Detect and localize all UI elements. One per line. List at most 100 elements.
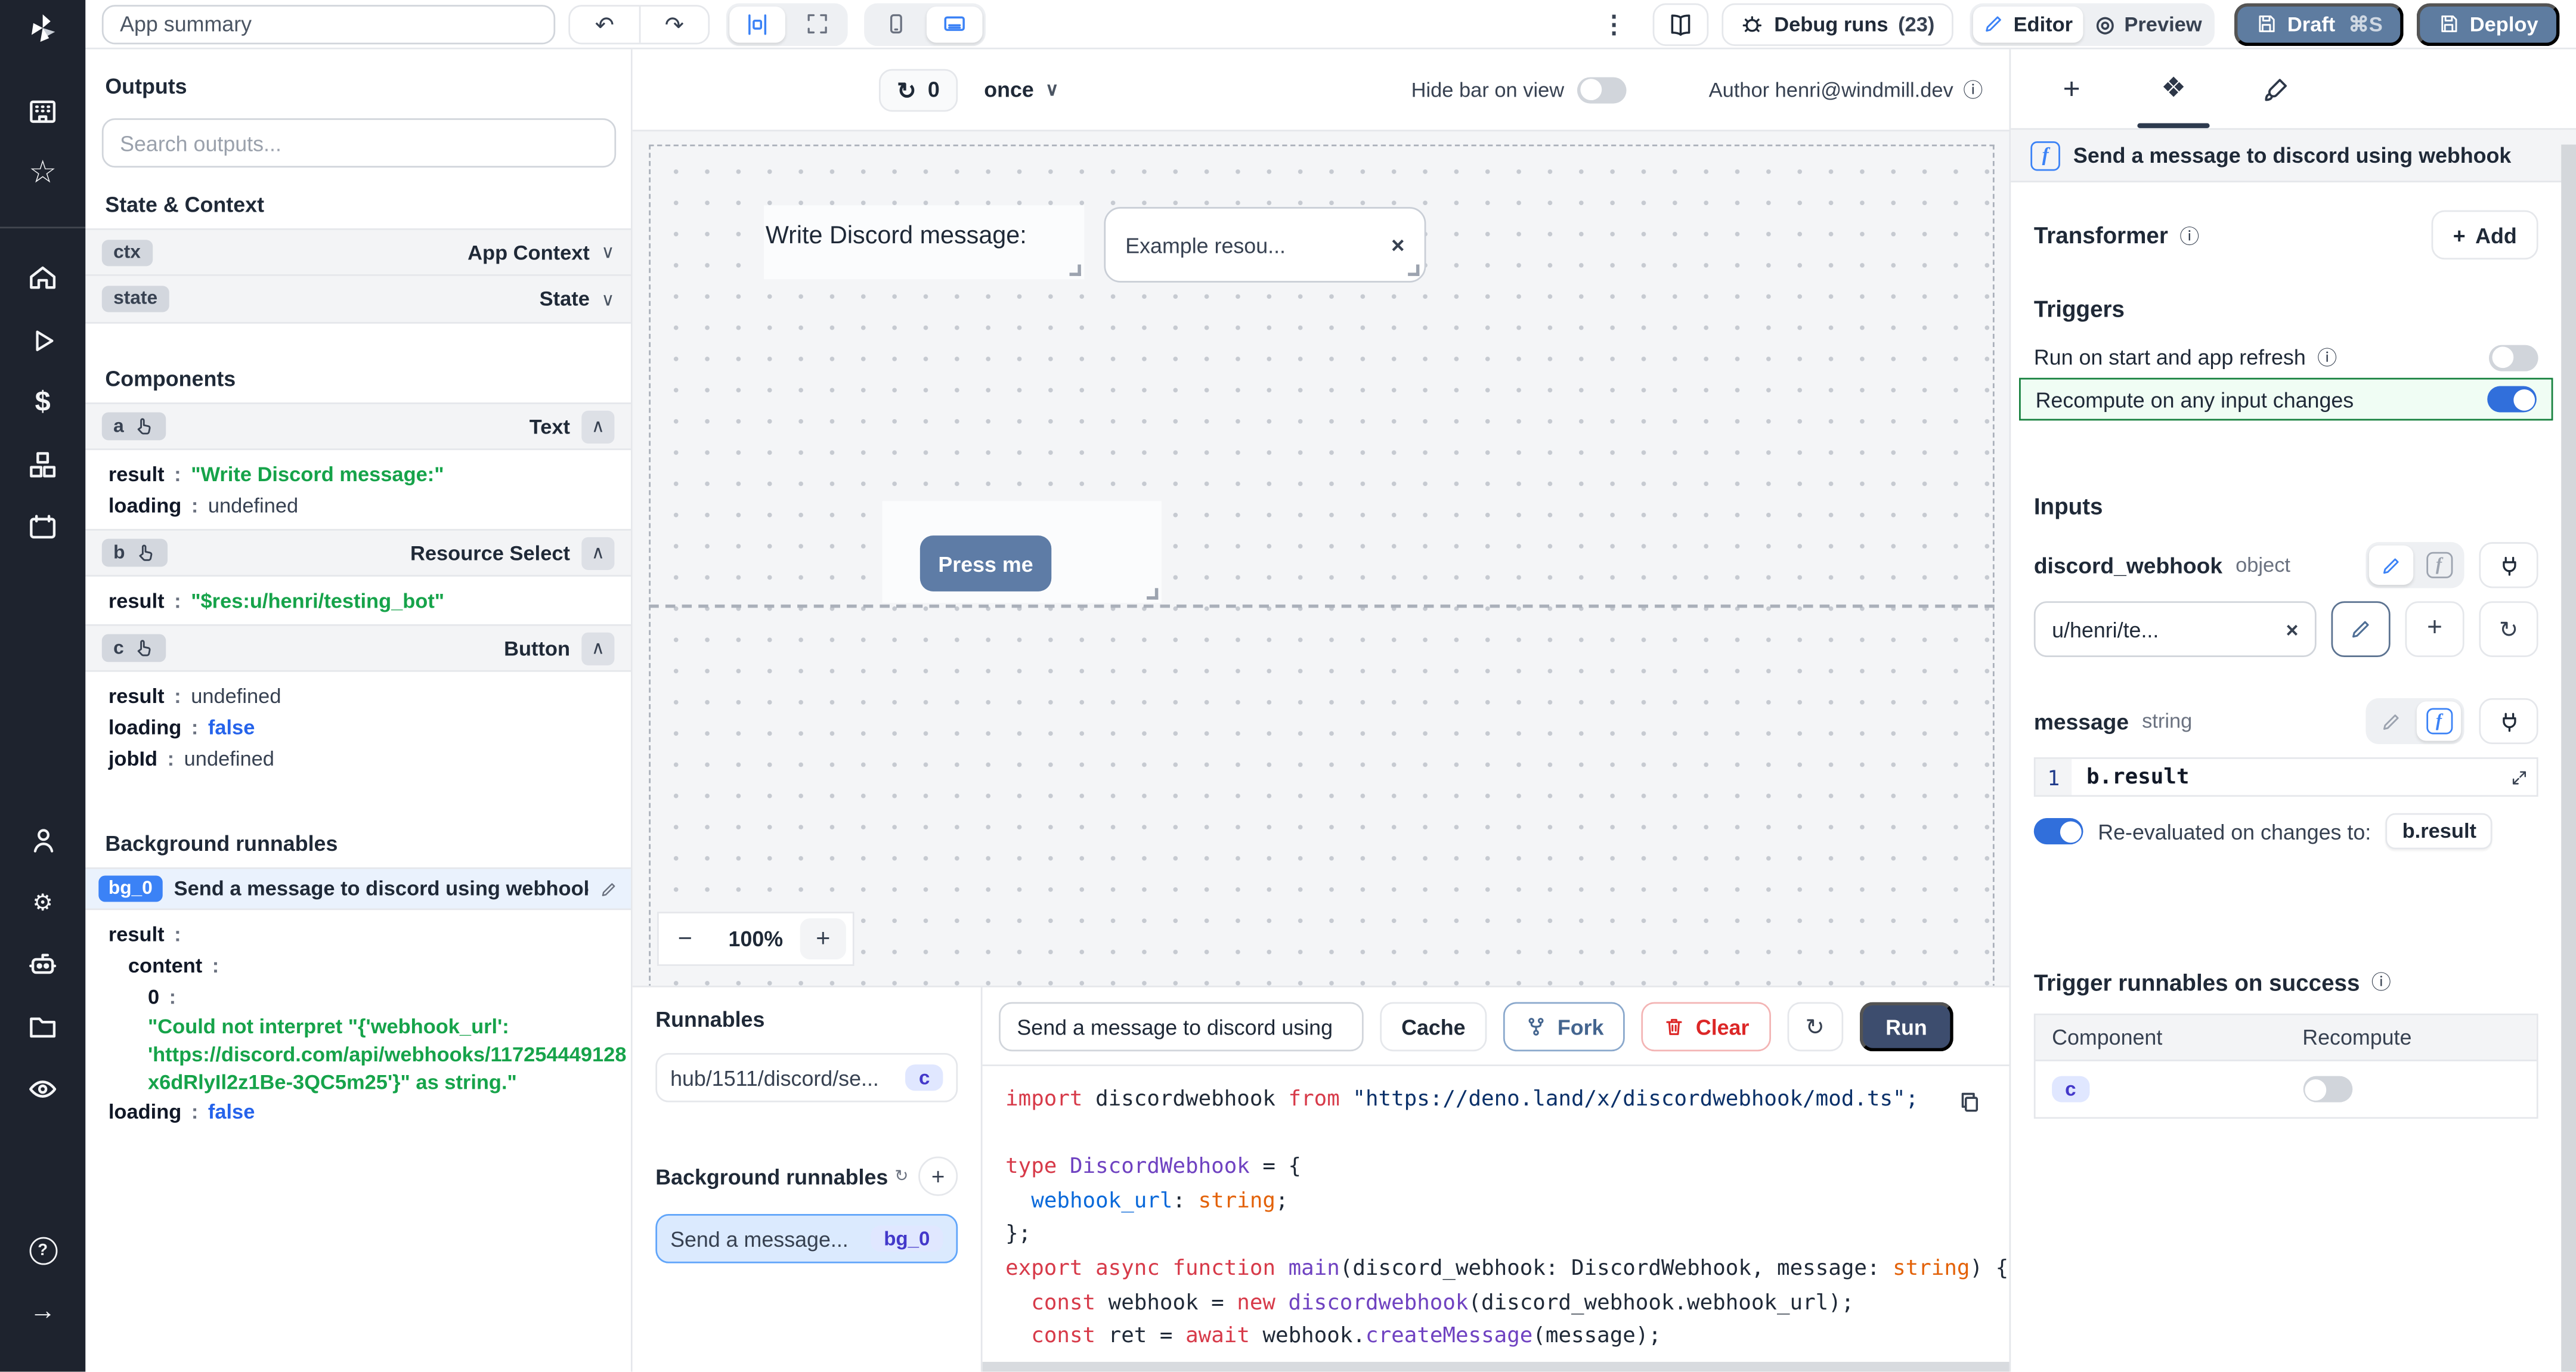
eval-fn-mode[interactable]: f	[2417, 701, 2461, 741]
tab-styling[interactable]	[2224, 49, 2326, 128]
add-background-runnable-button[interactable]: +	[918, 1157, 958, 1196]
recompute-c-toggle[interactable]	[2302, 1076, 2352, 1102]
center-align-button[interactable]	[729, 6, 785, 42]
search-outputs-input[interactable]	[102, 118, 616, 168]
resize-handle[interactable]	[1147, 588, 1158, 599]
add-transformer-button[interactable]: +Add	[2432, 210, 2538, 260]
tab-editor[interactable]: Editor	[1973, 6, 2083, 42]
chevron-up-icon[interactable]: ∧	[581, 631, 614, 664]
resource-picker[interactable]: u/henri/te... ×	[2034, 601, 2317, 657]
eval-fn-mode[interactable]: f	[2417, 546, 2461, 585]
vertical-scrollbar[interactable]	[2561, 144, 2576, 1371]
resource-select-component-b[interactable]: Example resou... ×	[1104, 207, 1426, 283]
fork-button[interactable]: Fork	[1503, 1002, 1625, 1052]
edit-pencil-icon[interactable]	[600, 879, 618, 897]
resource-select-box[interactable]: Example resou... ×	[1104, 207, 1426, 283]
users-person-icon[interactable]	[27, 823, 58, 856]
runnable-item-c[interactable]: hub/1511/discord/se... c	[655, 1053, 958, 1102]
mobile-view-button[interactable]	[868, 6, 924, 42]
clear-button[interactable]: Clear	[1642, 1002, 1770, 1052]
run-button[interactable]: Run	[1859, 1002, 1953, 1052]
text-component-a[interactable]: Write Discord message:	[764, 205, 1084, 279]
runnable-item-bg0-selected[interactable]: Send a message... bg_0	[655, 1214, 958, 1263]
audit-eye-icon[interactable]	[26, 1073, 59, 1105]
chevron-up-icon[interactable]: ∧	[581, 537, 614, 569]
schedules-calendar-icon[interactable]	[26, 511, 59, 544]
info-icon[interactable]: ⓘ	[2317, 343, 2337, 371]
workspace-icon[interactable]	[26, 95, 59, 128]
cache-button[interactable]: Cache	[1380, 1002, 1487, 1052]
tab-insert-component[interactable]: +	[2021, 49, 2123, 128]
folders-icon[interactable]	[26, 1010, 59, 1043]
component-row-b[interactable]: b Resource Select ∧	[85, 529, 631, 577]
schedule-dropdown[interactable]: once ∨	[984, 77, 1058, 101]
run-on-start-toggle[interactable]	[2489, 344, 2538, 370]
col-recompute: Recompute	[2286, 1025, 2537, 1049]
hide-bar-toggle[interactable]	[1577, 76, 1627, 103]
add-resource-button[interactable]: +	[2405, 601, 2464, 657]
chevron-up-icon[interactable]: ∧	[581, 410, 614, 442]
help-icon[interactable]: ?	[29, 1234, 57, 1266]
reevaluate-toggle[interactable]	[2034, 818, 2083, 844]
info-icon[interactable]: ⓘ	[1963, 76, 1983, 104]
variables-dollar-icon[interactable]: $	[35, 386, 51, 419]
collapse-arrow-icon[interactable]: →	[30, 1296, 56, 1329]
code-editor[interactable]: import discordwebhook from "https://deno…	[983, 1064, 2010, 1371]
button-component-c[interactable]: Press me	[882, 501, 1161, 603]
settings-gear-icon[interactable]: ⚙	[32, 885, 53, 918]
expand-editor-icon[interactable]	[2502, 761, 2535, 794]
undo-button[interactable]: ↶	[570, 6, 639, 42]
draft-button[interactable]: Draft ⌘S	[2235, 2, 2404, 45]
redo-button[interactable]: ↷	[639, 6, 708, 42]
refresh-resource-button[interactable]: ↻	[2479, 601, 2538, 657]
static-pencil-mode[interactable]	[2369, 546, 2413, 585]
zoom-in-button[interactable]: +	[800, 918, 846, 959]
resources-cubes-icon[interactable]	[26, 448, 59, 481]
home-icon[interactable]	[26, 261, 59, 294]
deploy-button[interactable]: Deploy	[2417, 2, 2560, 45]
settings-tabs: + ❖	[2011, 49, 2576, 128]
edit-resource-button[interactable]	[2331, 601, 2390, 657]
connect-plug-button[interactable]	[2479, 542, 2538, 588]
clear-selection-icon[interactable]: ×	[1391, 231, 1405, 258]
fullscreen-button[interactable]	[788, 6, 844, 42]
background-runnable-row[interactable]: bg_0 Send a message to discord using web…	[85, 868, 631, 910]
chevron-down-icon[interactable]: ∨	[601, 241, 614, 263]
zoom-out-button[interactable]: −	[659, 913, 711, 964]
debug-runs-button[interactable]: Debug runs (23)	[1722, 2, 1953, 45]
recompute-toggle[interactable]	[2487, 386, 2537, 412]
desktop-view-button[interactable]	[927, 6, 983, 42]
component-row-c[interactable]: c Button ∧	[85, 624, 631, 672]
output-row-state[interactable]: state State ∨	[85, 276, 631, 324]
app-canvas[interactable]: Write Discord message: Example resou... …	[633, 131, 2010, 986]
resize-handle[interactable]	[1070, 265, 1081, 276]
component-row-a[interactable]: a Text ∧	[85, 402, 631, 450]
chevron-down-icon[interactable]: ∨	[601, 289, 614, 310]
refresh-count-button[interactable]: ↻ 0	[879, 68, 958, 111]
reevaluate-target-badge[interactable]: b.result	[2386, 813, 2493, 850]
runnable-name-input[interactable]	[999, 1002, 1364, 1052]
workers-robot-icon[interactable]	[26, 948, 59, 981]
output-row-ctx[interactable]: ctx App Context ∨	[85, 228, 631, 276]
tab-component-settings[interactable]: ❖	[2123, 49, 2225, 128]
clear-resource-icon[interactable]: ×	[2286, 617, 2298, 642]
press-me-button[interactable]: Press me	[920, 535, 1051, 591]
info-icon[interactable]: ⓘ	[2179, 221, 2199, 249]
info-icon[interactable]: ⓘ	[2371, 968, 2391, 996]
message-expression-editor[interactable]: 1 b.result	[2034, 757, 2538, 797]
connect-plug-button[interactable]	[2479, 698, 2538, 744]
c-jobid: jobId:undefined	[85, 742, 631, 773]
refresh-code-button[interactable]: ↻	[1787, 1002, 1843, 1052]
more-menu-icon[interactable]: ⋮	[1602, 9, 1626, 39]
favorites-star-icon[interactable]: ☆	[29, 157, 57, 190]
resource-value: u/henri/te...	[2052, 617, 2272, 642]
app-summary-input[interactable]	[102, 4, 555, 44]
runs-play-icon[interactable]	[27, 324, 58, 357]
horizontal-scrollbar[interactable]	[983, 1362, 2010, 1372]
docs-book-button[interactable]	[1652, 2, 1708, 45]
tab-preview[interactable]: ◎ Preview	[2086, 6, 2212, 42]
copy-code-icon[interactable]	[1956, 1089, 1983, 1116]
static-pencil-mode[interactable]	[2369, 701, 2413, 741]
windmill-logo-icon[interactable]	[24, 4, 61, 53]
resize-handle[interactable]	[1408, 265, 1419, 276]
